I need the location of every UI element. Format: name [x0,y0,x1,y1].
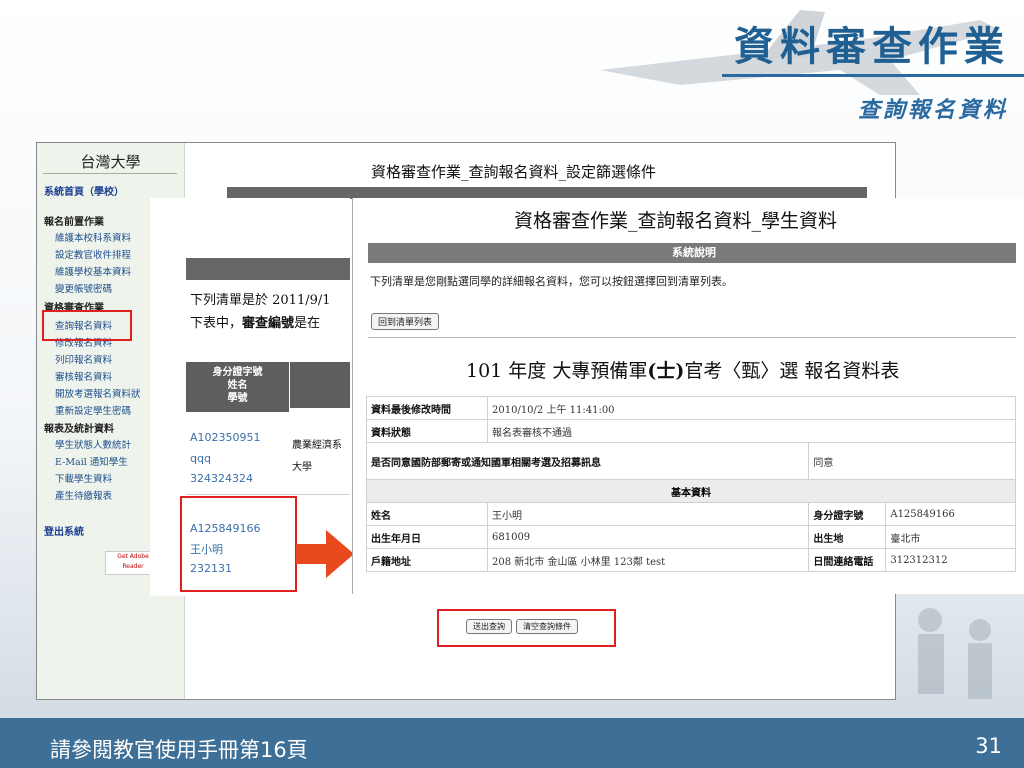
list-description-line1: 下列清單是於 2011/9/1 [190,293,331,308]
table-row: 姓名 王小明 身分證字號 A125849166 [366,502,1016,526]
birthplace-label: 出生地 [808,525,887,549]
footer-note: 請參閱教官使用手冊第16頁 [50,738,308,762]
soldiers-image [918,608,992,699]
page-number: 31 [975,734,1002,758]
id-label: 身分證字號 [808,502,887,526]
table-row: 資料狀態 報名表審核不通過 [366,419,1016,443]
name-value: 王小明 [486,502,810,526]
birth-label: 出生年月日 [366,525,488,549]
system-note-text: 下列清單是您剛點選同學的詳細報名資料，您可以按鈕選擇回到清單列表。 [370,275,733,288]
title-underline [722,74,1024,77]
table-row: 出生年月日 681009 出生地 臺北市 [366,525,1016,549]
sidebar-item[interactable]: 開放考選報名資料狀 [55,386,141,400]
table-row: 戶籍地址 208 新北市 金山區 小林里 123鄰 test 日間連絡電話 31… [366,548,1016,572]
back-page-title: 資格審查作業_查詢報名資料_設定篩選條件 [371,163,657,181]
sidebar-logout-link[interactable]: 登出系統 [44,523,84,538]
id-value: A125849166 [885,502,1016,526]
row1-student-no[interactable]: 324324324 [190,472,253,485]
row1-dept2: 大學 [292,462,312,473]
slide-title: 資料審查作業 [734,23,1010,70]
back-to-list-button[interactable]: 回到清單列表 [371,313,440,330]
highlight-query-menu [42,310,132,341]
sidebar-item[interactable]: 列印報名資料 [55,352,112,366]
list-column-header-2 [290,362,350,408]
sidebar-item[interactable]: 下載學生資料 [55,471,112,485]
row-divider [186,494,350,495]
sidebar-item[interactable]: 審核報名資料 [55,369,112,383]
status-label: 資料狀態 [366,419,488,443]
sidebar-item[interactable]: 變更帳號密碼 [55,281,112,295]
sidebar-home-link[interactable]: 系統首頁（學校） [44,183,124,198]
sidebar-section-reports: 報表及統計資料 [44,424,114,435]
student-data-table: 資料最後修改時間 2010/10/2 上午 11:41:00 資料狀態 報名表審… [365,396,1016,572]
phone-value: 312312312 [885,548,1016,572]
last-modified-label: 資料最後修改時間 [366,396,488,420]
address-value: 208 新北市 金山區 小林里 123鄰 test [486,548,810,572]
row1-dept: 農業經濟系 [292,440,342,451]
sidebar-item[interactable]: 維護本校科系資料 [55,230,131,244]
table-row: 是否同意國防部郵寄或通知國軍相關考選及招募訊息 同意 [365,442,1016,480]
list-description-line2: 下表中，審查編號是在 [190,316,321,331]
highlight-query-button [437,609,616,647]
birthplace-value: 臺北市 [885,525,1016,549]
sidebar-section-pre: 報名前置作業 [44,217,104,228]
sidebar-item[interactable]: E-Mail 通知學生 [55,454,128,468]
system-note-header: 系統說明 [368,243,1016,263]
sidebar-item[interactable]: 產生待繳報表 [55,488,112,502]
list-header-bar [186,258,350,280]
address-label: 戶籍地址 [366,548,488,572]
list-column-header: 身分證字號 姓名 學號 [186,362,289,412]
sidebar-divider [43,173,177,174]
status-value: 報名表審核不通過 [487,419,1016,443]
row1-id[interactable]: A102350951 [190,431,261,444]
sidebar-school-name: 台灣大學 [80,153,141,171]
arrow-right-icon [296,530,354,578]
name-label: 姓名 [366,502,488,526]
row1-name[interactable]: qqq [190,452,211,465]
birth-value: 681009 [486,525,810,549]
front-page-title: 資格審查作業_查詢報名資料_學生資料 [514,210,838,232]
slide-subtitle: 查詢報名資料 [857,97,1008,123]
system-note-divider [368,337,1016,338]
basic-section-header: 基本資料 [366,479,1016,503]
form-title: 101 年度 大專預備軍(士)官考〈甄〉選 報名資料表 [466,360,900,382]
last-modified-value: 2010/10/2 上午 11:41:00 [487,396,1016,420]
sidebar-item[interactable]: 設定教官收件排程 [55,247,131,261]
sidebar-item[interactable]: 學生狀態人數統計 [55,437,131,451]
highlight-student-row [180,496,297,592]
phone-label: 日間連絡電話 [808,548,887,572]
consent-value: 同意 [808,442,1016,480]
consent-label: 是否同意國防部郵寄或通知國軍相關考選及招募訊息 [365,442,810,480]
table-row: 基本資料 [366,479,1016,503]
table-row: 資料最後修改時間 2010/10/2 上午 11:41:00 [366,396,1016,420]
sidebar-item[interactable]: 維護學校基本資料 [55,264,131,278]
sidebar-item[interactable]: 重新設定學生密碼 [55,403,131,417]
